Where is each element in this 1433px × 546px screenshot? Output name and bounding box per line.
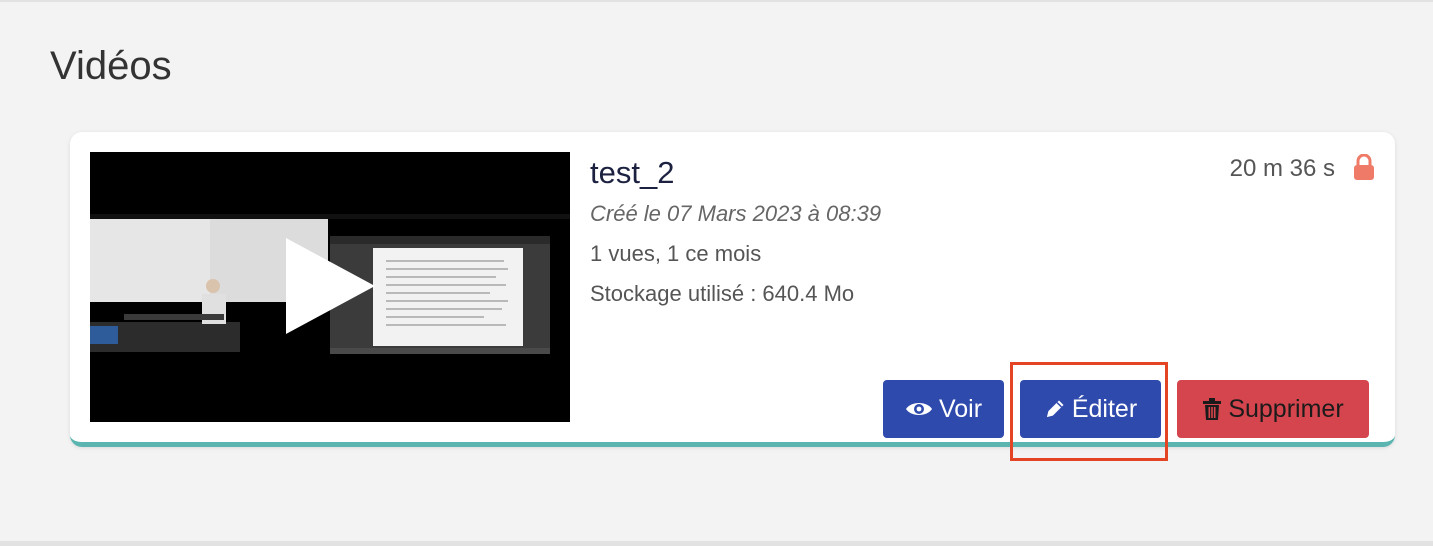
page-title: Vidéos — [50, 44, 172, 88]
edit-button[interactable]: Éditer — [1020, 380, 1161, 438]
video-title[interactable]: test_2 — [590, 154, 674, 192]
top-divider — [0, 0, 1433, 2]
bottom-divider — [0, 541, 1433, 546]
created-date: Créé le 07 Mars 2023 à 08:39 — [590, 201, 882, 226]
video-duration: 20 m 36 s — [1229, 155, 1335, 182]
pencil-icon — [1046, 400, 1064, 417]
video-card: test_2 Créé le 07 Mars 2023 à 08:39 1 vu… — [70, 132, 1395, 447]
view-count: 1 vues, 1 ce mois — [590, 241, 762, 266]
storage-used: Stockage utilisé : 640.4 Mo — [590, 281, 855, 306]
view-button-label: Voir — [938, 394, 983, 423]
edit-button-label: Éditer — [1071, 394, 1138, 423]
video-thumbnail[interactable] — [90, 152, 570, 422]
thumbnail-image — [90, 152, 570, 422]
delete-button[interactable]: Supprimer — [1177, 380, 1369, 438]
delete-button-label: Supprimer — [1228, 394, 1344, 423]
view-button[interactable]: Voir — [883, 380, 1004, 438]
trash-icon — [1203, 398, 1222, 420]
lock-icon — [1354, 154, 1374, 180]
eye-icon — [905, 403, 932, 415]
